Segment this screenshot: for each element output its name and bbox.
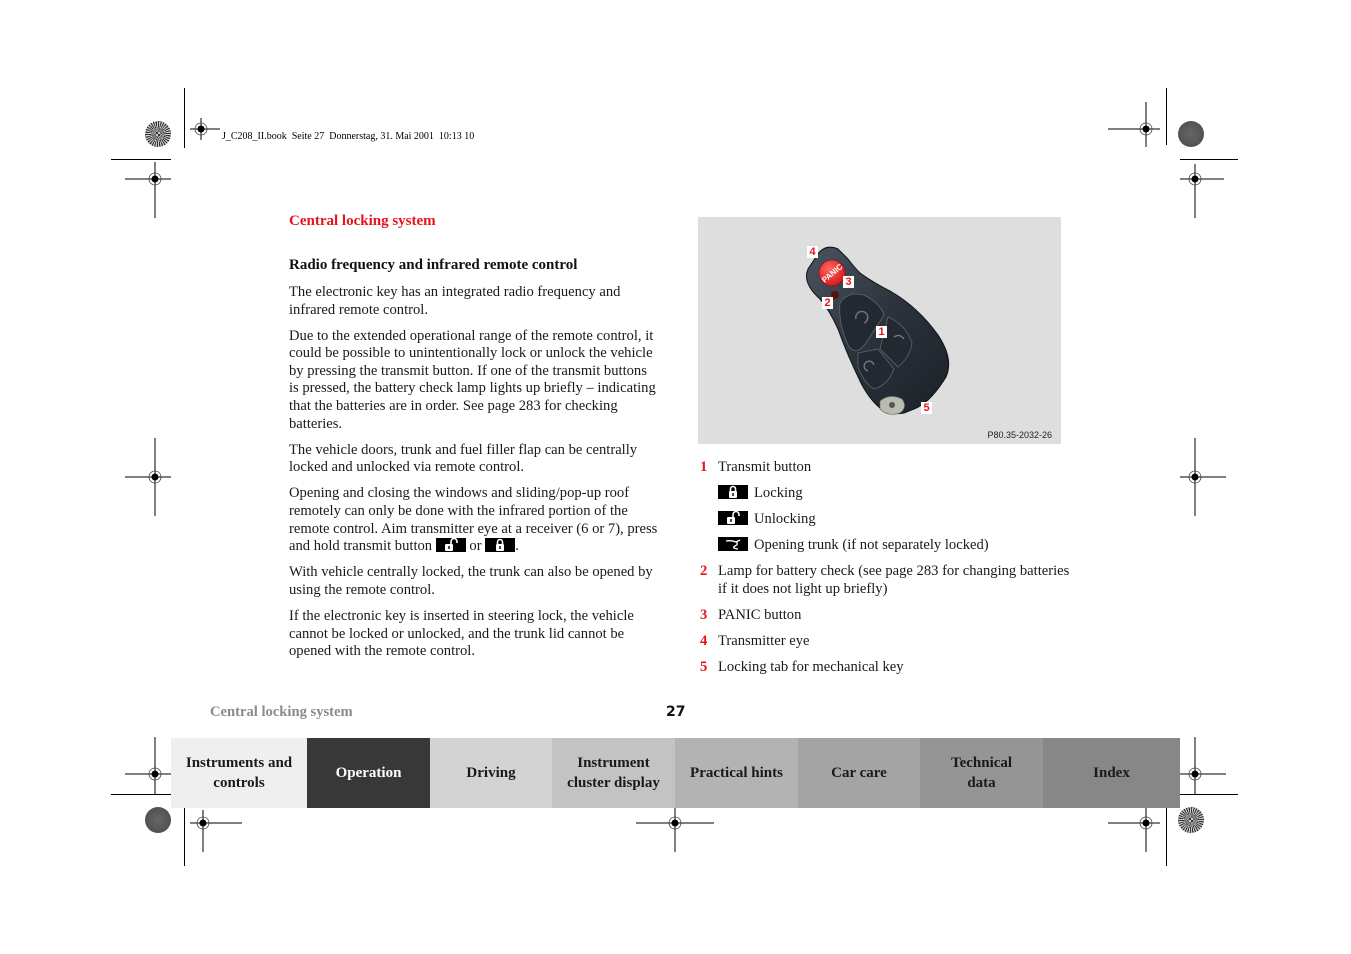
legend-item: 2 Lamp for battery check (see page 283 f… — [700, 563, 1070, 598]
legend-subitem: Locking — [700, 485, 1070, 503]
callout-5: 5 — [921, 402, 932, 414]
paragraph: With vehicle centrally locked, the trunk… — [289, 564, 653, 598]
figure-code: P80.35-2032-26 — [987, 430, 1052, 440]
legend-label: Transmit button — [718, 459, 812, 475]
callout-4: 4 — [807, 246, 818, 258]
lock-symbol-icon — [485, 538, 516, 553]
crop-line — [184, 808, 185, 866]
tab-instruments-and-controls[interactable]: Instruments and controls — [171, 738, 307, 808]
page-number: 27 — [666, 704, 686, 720]
registration-mark-icon — [125, 162, 171, 218]
paragraph-text: . — [515, 538, 519, 555]
legend-number: 5 — [700, 659, 708, 676]
crop-line — [111, 794, 171, 795]
print-meta-line: J_C208_II.book Seite 27 Donnerstag, 31. … — [222, 131, 475, 142]
tab-instrument-cluster-display[interactable]: Instrument cluster display — [552, 738, 675, 808]
registration-mark-icon — [125, 438, 171, 516]
paragraph: Opening and closing the windows and slid… — [289, 485, 659, 555]
callout-3: 3 — [843, 276, 854, 288]
chapter-tab-bar: Instruments and controls Operation Drivi… — [171, 738, 1180, 808]
section-title: Central locking system — [289, 213, 436, 229]
legend-number: 1 — [700, 459, 708, 475]
legend-number: 2 — [700, 563, 708, 580]
tab-operation[interactable]: Operation — [307, 738, 430, 808]
legend-number: 3 — [700, 607, 708, 624]
legend-number: 4 — [700, 633, 708, 650]
legend-item: 1 Transmit button — [700, 459, 1070, 477]
paragraph: The vehicle doors, trunk and fuel filler… — [289, 441, 638, 476]
tab-driving[interactable]: Driving — [430, 738, 552, 808]
key-figure: PANIC 4 3 2 1 5 P80.35-2032-26 — [698, 217, 1061, 444]
tab-index[interactable]: Index — [1043, 738, 1180, 808]
registration-mark-icon — [1180, 737, 1226, 795]
unlock-symbol-icon — [435, 538, 466, 553]
unlock-symbol-icon — [718, 511, 748, 526]
tab-technical-data[interactable]: Technical data — [920, 738, 1043, 808]
legend-sublabel: Locking — [754, 485, 803, 502]
legend-label: Transmitter eye — [718, 633, 810, 650]
legend-item: 3 PANIC button — [700, 607, 1070, 625]
registration-mark-icon — [1108, 102, 1160, 147]
crop-line — [111, 159, 171, 160]
registration-mark-icon — [1108, 808, 1160, 852]
registration-mark-icon — [190, 118, 220, 140]
paragraph: If the electronic key is inserted in ste… — [289, 608, 634, 660]
crop-line — [184, 88, 185, 148]
color-bar-rosette-icon — [1178, 807, 1204, 833]
legend-label: Locking tab for mechanical key — [718, 659, 904, 676]
legend-item: 4 Transmitter eye — [700, 633, 1070, 651]
crop-line — [1166, 808, 1167, 866]
paragraph: Due to the extended operational range of… — [289, 327, 656, 432]
legend-sublabel: Opening trunk (if not separately locked) — [754, 537, 989, 554]
legend-label: PANIC button — [718, 607, 802, 624]
callout-2: 2 — [822, 297, 833, 309]
crop-line — [1180, 159, 1238, 160]
running-footer-title: Central locking system — [210, 704, 353, 720]
registration-mark-icon — [190, 810, 242, 852]
registration-mark-icon — [1180, 438, 1226, 516]
color-bar-rosette-icon — [145, 121, 171, 147]
crop-line — [1166, 88, 1167, 145]
color-bar-rosette-icon — [145, 807, 171, 833]
legend-item: 5 Locking tab for mechanical key — [700, 659, 1070, 677]
callout-1: 1 — [876, 326, 887, 338]
legend-subitem: Opening trunk (if not separately locked) — [700, 537, 1070, 555]
subheading: Radio frequency and infrared remote cont… — [289, 257, 578, 273]
tab-car-care[interactable]: Car care — [798, 738, 920, 808]
crop-line — [1180, 794, 1238, 795]
legend-subitem: Unlocking — [700, 511, 1070, 529]
registration-mark-icon — [125, 737, 171, 795]
registration-mark-icon — [636, 808, 714, 852]
lock-symbol-icon — [718, 485, 748, 500]
figure-legend: 1 Transmit button Locking Unlocking Open… — [700, 459, 1070, 685]
paragraph-text: or — [465, 538, 486, 555]
paragraph: The electronic key has an integrated rad… — [289, 284, 621, 318]
tab-practical-hints[interactable]: Practical hints — [675, 738, 798, 808]
trunk-open-symbol-icon — [718, 537, 748, 552]
registration-mark-icon — [1180, 164, 1224, 218]
legend-label: Lamp for battery check (see page 283 for… — [718, 563, 1070, 597]
legend-sublabel: Unlocking — [754, 511, 816, 528]
color-bar-rosette-icon — [1178, 121, 1204, 147]
body-text: The electronic key has an integrated rad… — [289, 284, 659, 669]
